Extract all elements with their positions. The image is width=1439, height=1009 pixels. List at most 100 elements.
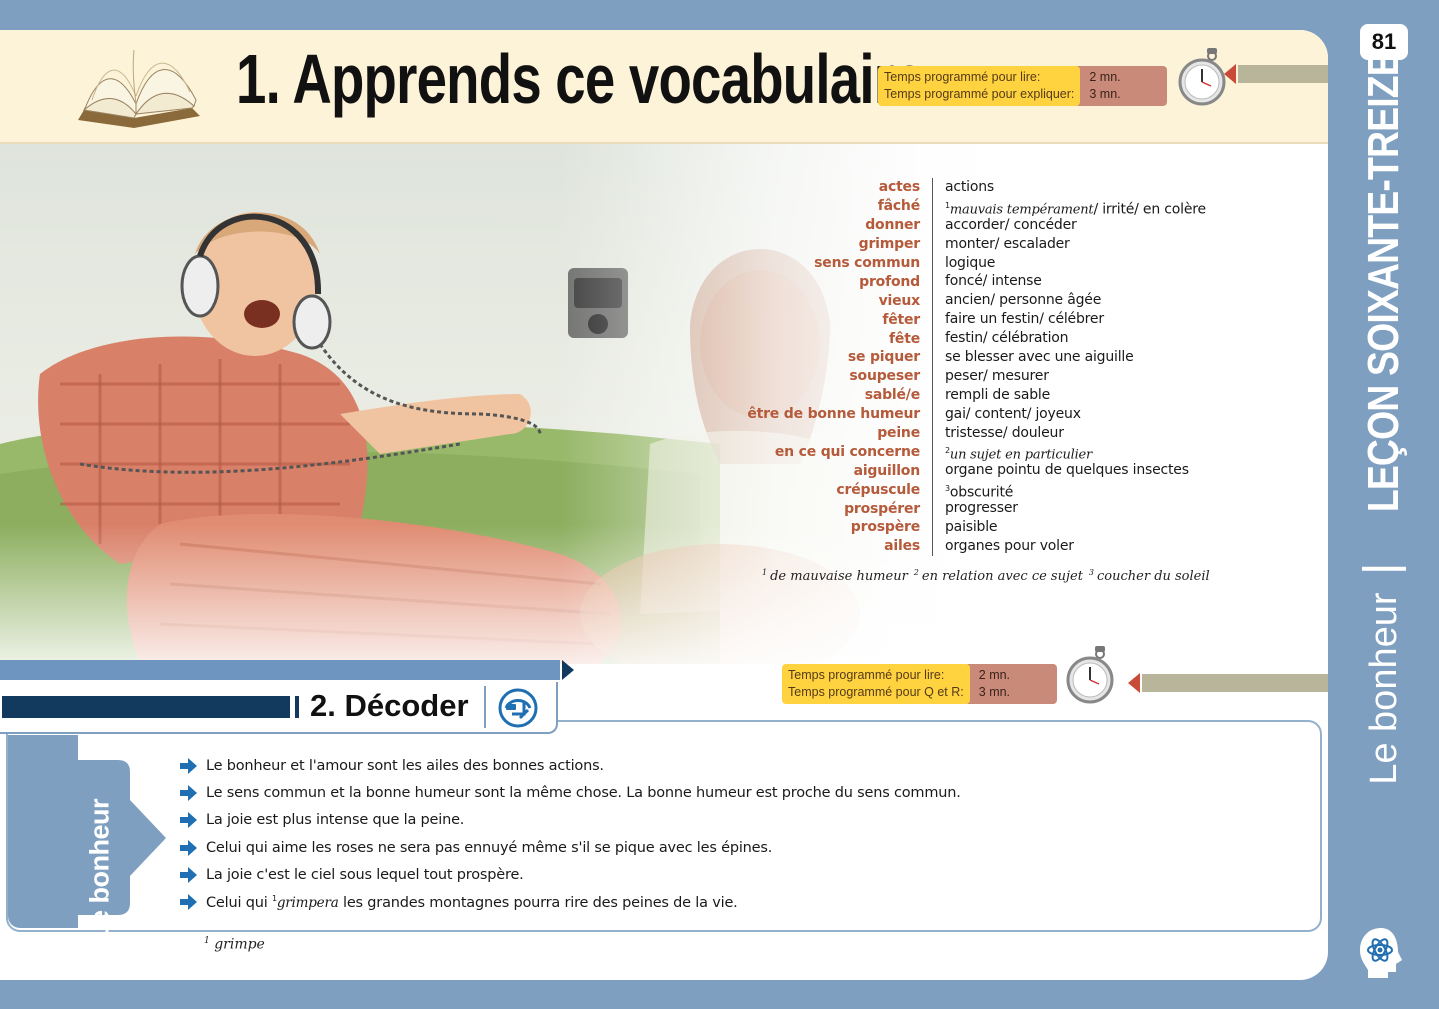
- definition-text: peser/ mesurer: [945, 367, 1049, 384]
- vocab-word: prospère: [850, 519, 920, 536]
- vocab-row: se piquer se blesser avec une aiguille: [690, 348, 1250, 367]
- definition-text: actions: [945, 179, 994, 195]
- vocab-word: aiguillon: [853, 462, 921, 479]
- definition-text: foncé/ intense: [945, 273, 1042, 290]
- definition-text: logique: [945, 254, 996, 271]
- vocab-word: sens commun: [814, 255, 920, 271]
- vocab-definition: faire un festin/ célébrer: [932, 310, 1104, 330]
- vocab-row: en ce qui concerne 2un sujet en particuli…: [690, 442, 1250, 463]
- definition-text: organes pour voler: [945, 537, 1074, 554]
- vocab-definition: 1mauvais tempérament/ irrité/ en colère: [932, 196, 1206, 218]
- vocab-word: ailes: [884, 538, 920, 555]
- definition-text: progresser: [945, 500, 1018, 517]
- section2-header: 2. Décoder: [0, 682, 558, 734]
- side-separator: [1362, 566, 1406, 571]
- stopwatch-icon: [1066, 646, 1114, 704]
- vocab-word: être de bonne humeur: [747, 406, 920, 423]
- vocab-row: vieux ancien/ personne âgée: [690, 291, 1250, 311]
- vocab-row: aiguillon organe pointu de quelques insec…: [690, 461, 1250, 481]
- vocabulary-list: actes actions fâché 1mauvais tempérament/ i…: [690, 178, 1250, 556]
- footnote-text: de mauvaise humeur: [770, 569, 908, 585]
- vocab-word: vieux: [878, 292, 921, 309]
- time-labels: Temps programmé pour lire: Temps program…: [782, 664, 970, 704]
- definition-text: festin/ célébration: [945, 330, 1069, 347]
- theme-tab-label: Le bonheur: [84, 799, 115, 941]
- sentence-italic: grimpera: [276, 894, 339, 911]
- lesson-page: 1. Apprends ce vocabulaire Temps program…: [0, 30, 1328, 980]
- arrow-right-icon: [180, 757, 197, 774]
- section1-header: 1. Apprends ce vocabulaire Temps program…: [0, 30, 1328, 144]
- section1-time-box: Temps programmé pour lire: Temps program…: [878, 66, 1168, 106]
- sentence-text: Celui qui aime les roses ne sera pas enn…: [206, 839, 773, 856]
- vocab-word: soupeser: [849, 368, 920, 385]
- sentence-text: Celui qui 1grimpera les grandes montagne…: [206, 894, 738, 911]
- vocab-word: se piquer: [847, 349, 920, 366]
- arrow-right-icon: [180, 839, 197, 856]
- sentence-item: Le bonheur et l'amour sont les ailes des…: [178, 752, 961, 779]
- vocab-definition: 3obscurité: [932, 480, 1013, 501]
- side-theme: Le bonheur: [1362, 592, 1405, 785]
- vocab-word: en ce qui concerne: [774, 443, 920, 460]
- arrow-right-icon: [180, 784, 197, 801]
- time-value-qr: 3 mn.: [978, 685, 1011, 699]
- sentence-text: Le bonheur et l'amour sont les ailes des…: [206, 757, 604, 774]
- sentence-item: Le sens commun et la bonne humeur sont l…: [178, 779, 961, 806]
- vocab-definition: organe pointu de quelques insectes: [932, 461, 1189, 481]
- time-value-read: 2 mn.: [978, 668, 1011, 682]
- vocab-definition: ancien/ personne âgée: [932, 291, 1102, 311]
- time-value-explain: 3 mn.: [1089, 87, 1121, 101]
- definition-text: faire un festin/ célébrer: [945, 311, 1104, 328]
- vocab-row: être de bonne humeur gai/ content/ joyeux: [690, 404, 1250, 424]
- footnote-number: 1: [762, 568, 768, 577]
- vocab-row: fâché 1mauvais tempérament/ irrité/ en co…: [690, 196, 1250, 218]
- vocab-word: grimper: [858, 236, 921, 253]
- vocab-word: peine: [877, 425, 920, 442]
- vocab-word: fête: [889, 330, 920, 347]
- vocab-row: grimper monter/ escalader: [690, 234, 1250, 254]
- time-value-read: 2 mn.: [1089, 70, 1121, 84]
- sentence-item: Celui qui 1grimpera les grandes montagne…: [178, 888, 961, 915]
- sentence-text: Le sens commun et la bonne humeur sont l…: [206, 784, 961, 801]
- definition-text: ancien/ personne âgée: [945, 292, 1102, 309]
- vocab-definition: logique: [932, 253, 996, 273]
- vocab-row: actes actions: [690, 178, 1250, 197]
- side-lesson-title: LEÇON SOIXANTE-TREIZE: [1359, 51, 1408, 512]
- time-values: 2 mn. 3 mn.: [966, 664, 1057, 704]
- vocab-row: fête festin/ célébration: [690, 329, 1250, 349]
- vocab-word: fâché: [877, 198, 921, 215]
- sentence-item: La joie c'est le ciel sous lequel tout p…: [178, 861, 961, 888]
- time-label-read: Temps programmé pour lire:: [788, 668, 945, 682]
- footnote-text: coucher du soleil: [1097, 569, 1210, 585]
- definition-text: rempli de sable: [945, 386, 1051, 403]
- stopwatch-icon: [1178, 48, 1226, 106]
- vocab-definition: gai/ content/ joyeux: [932, 404, 1081, 424]
- time-labels: Temps programmé pour lire: Temps program…: [878, 66, 1081, 106]
- definition-text: se blesser avec une aiguille: [945, 349, 1134, 366]
- footnote-text: en relation avec ce sujet: [921, 569, 1083, 585]
- vocab-definition: peser/ mesurer: [932, 366, 1049, 386]
- sentence-item: La joie est plus intense que la peine.: [178, 807, 961, 834]
- arrow-right-icon: [180, 866, 197, 883]
- time-label-read: Temps programmé pour lire:: [884, 70, 1041, 84]
- sentences-footnote: 1 grimpe: [204, 936, 265, 953]
- footnote-number: 3: [1088, 568, 1095, 577]
- definition-text: / irrité/ en colère: [1093, 201, 1206, 218]
- sentence-item: Celui qui aime les roses ne sera pas enn…: [178, 834, 961, 861]
- vocab-word: profond: [859, 273, 920, 290]
- definition-text: paisible: [945, 519, 998, 536]
- section2-grey-bar: [1142, 674, 1328, 692]
- section2-time-box: Temps programmé pour lire: Temps program…: [782, 664, 1057, 704]
- definition-text: accorder/ concéder: [945, 216, 1077, 233]
- vocab-row: ailes organes pour voler: [690, 536, 1250, 556]
- vocab-row: prospérer progresser: [690, 499, 1250, 519]
- definition-text: monter/ escalader: [945, 235, 1070, 252]
- vocab-word: crépuscule: [836, 481, 920, 498]
- vocab-definition: actions: [932, 178, 994, 197]
- vocab-row: sens commun logique: [690, 253, 1250, 273]
- vocab-definition: festin/ célébration: [932, 329, 1069, 349]
- vocab-definition: foncé/ intense: [932, 272, 1042, 292]
- vocab-row: fêter faire un festin/ célébrer: [690, 310, 1250, 330]
- definition-text: tristesse/ douleur: [945, 424, 1064, 441]
- time-values: 2 mn. 3 mn.: [1077, 66, 1168, 106]
- header-grey-bar: [1238, 65, 1328, 83]
